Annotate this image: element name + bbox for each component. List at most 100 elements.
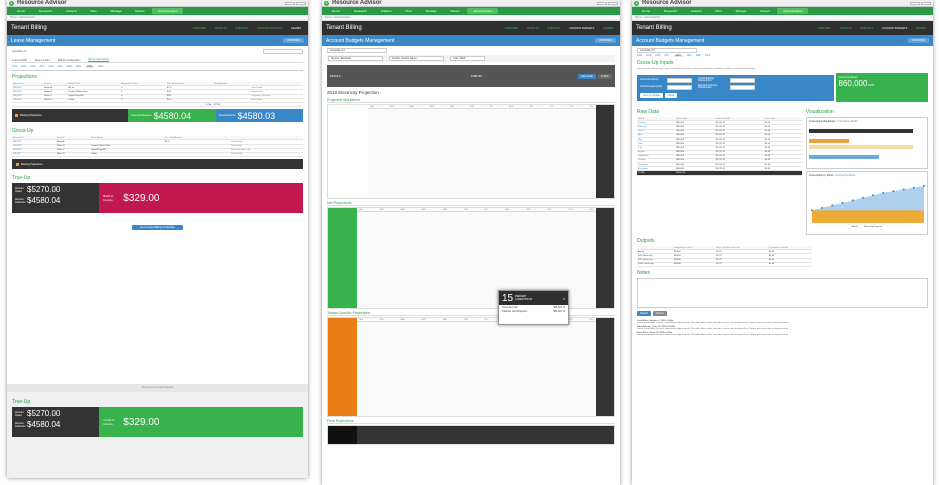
data-point bbox=[861, 196, 864, 199]
table-row: 100% Gross-Up $8,000 $1.22 $1.42 bbox=[637, 262, 812, 267]
section-final-projections[interactable]: Final Projections bbox=[327, 419, 615, 424]
month-header: FEB bbox=[379, 318, 384, 321]
section-projected-worksheet[interactable]: Projected Worksheet bbox=[327, 98, 615, 103]
nav-analyze[interactable]: Analyze bbox=[60, 8, 83, 14]
footer: Powered by Schneider Electric bbox=[7, 384, 308, 392]
tab-tenants[interactable]: TENANTS bbox=[211, 27, 231, 30]
trueup-panel: Amount Owed $5270.00 Amount Collected $458… bbox=[12, 183, 303, 214]
page-header: Tenant Billing OVERVIEW TENANTS SUBUNITS… bbox=[7, 21, 308, 35]
grossup-inputs-title: Gross-Up Inputs bbox=[637, 60, 674, 66]
titlebar: ● Resource Advisor bbox=[322, 0, 620, 7]
submit-button[interactable]: Submit bbox=[637, 310, 651, 316]
data-point bbox=[820, 206, 823, 209]
final-grid bbox=[327, 425, 615, 445]
nav-plan[interactable]: Plan bbox=[85, 8, 103, 14]
tab-overview[interactable]: OVERVIEW bbox=[188, 27, 209, 30]
clear-button[interactable]: Clear bbox=[664, 92, 677, 98]
nav-home[interactable]: Home bbox=[11, 8, 31, 14]
month-header: APR bbox=[429, 105, 434, 108]
revenue-summary: Missing Projections Expected Revenue $45… bbox=[12, 109, 303, 123]
subtab-meters-sites[interactable]: Meter & Sites bbox=[35, 59, 50, 62]
warning-icon bbox=[15, 114, 18, 118]
nav-report[interactable]: Report bbox=[129, 8, 150, 14]
notes-textarea[interactable] bbox=[637, 277, 928, 308]
grossup-table: Account ID Service Meter Name Est. Tariff A… bbox=[12, 136, 303, 158]
details-panel: DETAILS PUBLISH Save Draft Publish bbox=[327, 65, 615, 87]
window-controls[interactable] bbox=[910, 1, 933, 5]
month-header: APR bbox=[421, 318, 426, 321]
app-title: Resource Advisor bbox=[17, 0, 67, 6]
calculate-billing-button[interactable]: Go to Lease Billing & Calculate bbox=[132, 225, 183, 231]
projections-title: Projections bbox=[12, 74, 37, 80]
service-select[interactable]: Service: Electricity bbox=[328, 56, 383, 61]
app-logo-icon: ● bbox=[634, 0, 639, 6]
year-2018[interactable]: 2018 bbox=[49, 66, 54, 68]
page-title: Tenant Billing bbox=[11, 25, 47, 31]
grossup-value: 860,000 bbox=[838, 79, 868, 88]
publish-button[interactable]: Publish bbox=[597, 73, 612, 79]
grossup-input-panel: Actual Occupancy Typical Building Consump… bbox=[637, 74, 834, 101]
year-2022[interactable]: 2022 bbox=[85, 66, 95, 68]
nav-research[interactable]: Research bbox=[33, 8, 58, 14]
window-controls[interactable] bbox=[597, 1, 620, 5]
window-controls[interactable] bbox=[285, 1, 308, 5]
year-2020[interactable]: 2020 bbox=[67, 66, 72, 68]
subtab-billing-calculations[interactable]: Billing Calculations bbox=[88, 58, 110, 62]
overview-button[interactable]: OVERVIEW bbox=[594, 38, 616, 43]
nav-manage[interactable]: Manage bbox=[105, 8, 128, 14]
vendor-select[interactable]: Vendor: Vendor Name bbox=[389, 56, 444, 61]
year-2017[interactable]: 2017 bbox=[39, 66, 44, 68]
section-tenant-specific[interactable]: Tenant-Specific Projections bbox=[327, 311, 615, 316]
legend-actual: Actual bbox=[851, 226, 858, 228]
visualization-title: Visualization bbox=[805, 109, 834, 115]
year-2023[interactable]: 2023 bbox=[98, 66, 103, 68]
year-select[interactable]: Year: 2018 bbox=[450, 56, 485, 61]
close-icon[interactable]: × bbox=[563, 296, 565, 301]
nav-administration[interactable]: Administration bbox=[152, 8, 184, 14]
save-update-button[interactable]: Save & Update bbox=[640, 92, 663, 98]
titlebar: ● Resource Advisor bbox=[7, 0, 308, 7]
save-draft-button[interactable]: Save Draft bbox=[577, 73, 596, 79]
area-chart bbox=[810, 185, 925, 223]
consumption-breakdown-chart: Consumption Breakdown · Full Year by Mon… bbox=[805, 117, 928, 169]
month-header: APR bbox=[421, 208, 426, 211]
tab-leases[interactable]: LEASES bbox=[287, 27, 305, 30]
main-nav: Home Research Analyze Plan Manage Report… bbox=[7, 7, 308, 15]
month-header: JUN bbox=[463, 318, 468, 321]
month-header: MAY bbox=[442, 318, 447, 321]
outputs-title: Outputs bbox=[637, 238, 655, 244]
notes-list: Scott Allen | August 1, 2018 | 3:49p Lor… bbox=[637, 319, 789, 336]
month-header: AUG bbox=[505, 208, 510, 211]
cancel-button[interactable]: Cancel bbox=[652, 310, 667, 316]
tab-subunits[interactable]: SUBUNITS bbox=[232, 27, 253, 30]
main-nav: Home Research Analyze Plan Manage Report… bbox=[632, 7, 933, 15]
month-header: NOV bbox=[569, 105, 574, 108]
tab-account-budgets[interactable]: ACCOUNT BUDGETS bbox=[253, 27, 286, 30]
month-header: DEC bbox=[589, 318, 594, 321]
subtab-billing-config[interactable]: Billing Configuration bbox=[58, 59, 80, 62]
total-label: TOTAL bbox=[166, 102, 213, 108]
window-grossup: ● Resource Advisor Home Research Analyze… bbox=[632, 0, 933, 485]
missing-projections-label: Missing Projections bbox=[20, 114, 42, 118]
year-2019[interactable]: 2019 bbox=[58, 66, 63, 68]
month-header: OCT bbox=[549, 105, 554, 108]
consumption-by-month-chart: Consumption by Month · Full Year by Mont… bbox=[805, 171, 928, 235]
section-header: Lease Management OVERVIEW bbox=[7, 35, 308, 46]
year-2016[interactable]: 2016 bbox=[30, 66, 35, 68]
month-header: MAR bbox=[400, 208, 405, 211]
overview-button[interactable]: OVERVIEW bbox=[282, 38, 304, 43]
trueup-title: True-Up bbox=[12, 175, 31, 182]
year-2021[interactable]: 2021 bbox=[76, 66, 81, 68]
trueup-panel-2: Amount Owed $5270.00 Amount Collected $458… bbox=[12, 407, 303, 437]
subtab-lease-details[interactable]: Lease Details bbox=[12, 59, 27, 62]
location-select[interactable] bbox=[263, 49, 303, 54]
actual-revenue-panel: Actual Revenue $4580.03 bbox=[215, 109, 303, 123]
section-net-projections[interactable]: Net Projections bbox=[327, 201, 615, 206]
year-2014[interactable]: 2014 bbox=[12, 66, 17, 68]
worksheet-grid: JAN FEB MAR APR MAY JUN JUL AUG SEP OCT NOV DEC bbox=[327, 104, 615, 199]
year-2015[interactable]: 2015 bbox=[21, 66, 26, 68]
area-series-0 bbox=[811, 210, 924, 223]
net-projection-grid: JAN FEB MAR APR MAY JUN JUL AUG SEP OCT NOV DEC bbox=[327, 207, 615, 309]
actual-occupancy-input[interactable] bbox=[667, 77, 692, 83]
location-select[interactable]: Louisville, KY bbox=[327, 48, 387, 53]
